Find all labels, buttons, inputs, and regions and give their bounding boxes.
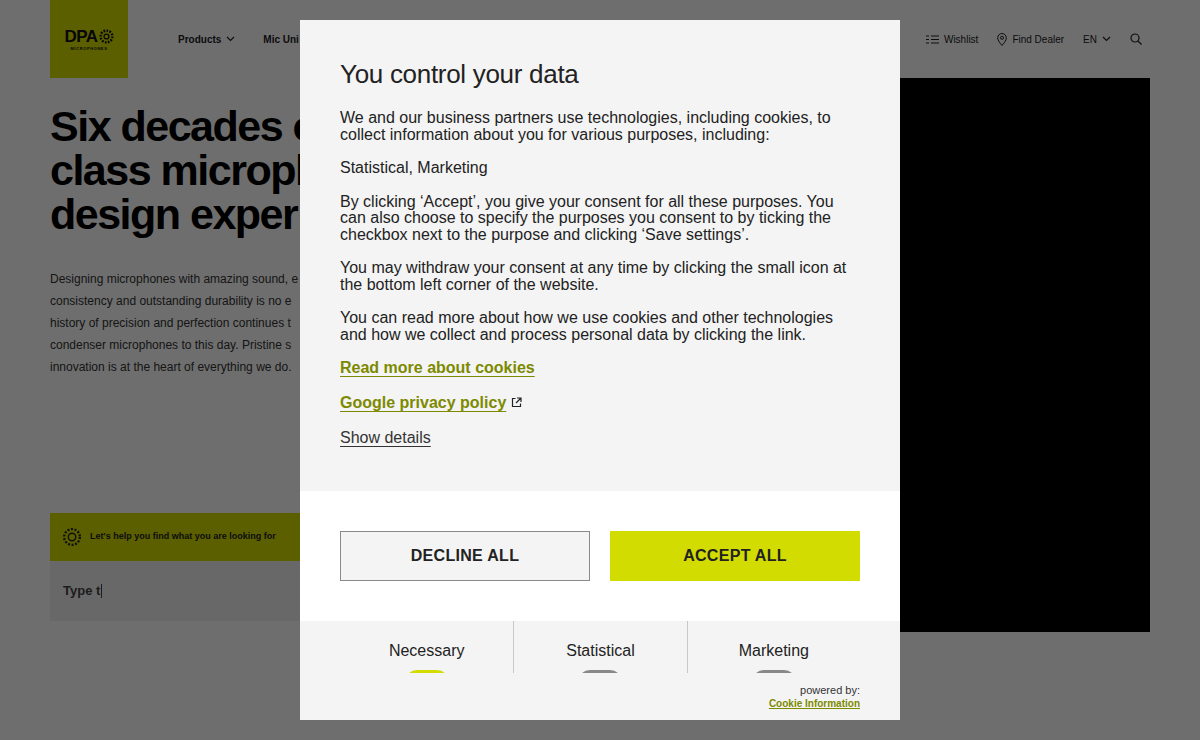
consent-paragraph: You can read more about how we use cooki… [340,310,860,343]
cookie-link[interactable]: Read more about cookies [340,359,535,376]
powered-by-label: powered by: [300,684,860,697]
external-link[interactable]: Google privacy policy [340,394,506,411]
category-tabs: Necessary Statistical Marketing [340,621,860,673]
powered-by: powered by:Cookie Information [300,684,900,710]
consent-dialog: You control your data We and our business… [300,20,900,720]
decline-all-button[interactable]: DECLINE ALL [340,531,590,581]
external-link-icon [511,397,522,408]
consent-title: You control your data [340,58,860,90]
category-label: Marketing [739,641,809,661]
provider-link[interactable]: Cookie Information [300,697,860,710]
show-details-link[interactable]: Show details [340,429,431,446]
category-toggle[interactable] [405,670,449,673]
accept-all-button[interactable]: ACCEPT ALL [610,531,860,581]
consent-intro: We and our business partners use technol… [340,110,860,143]
consent-paragraph: By clicking ‘Accept’, you give your cons… [340,194,860,244]
consent-actions: DECLINE ALL ACCEPT ALL [300,491,900,621]
category-toggle[interactable] [752,670,796,673]
category-label: Statistical [566,641,634,661]
category-label: Necessary [389,641,465,661]
consent-footer: Necessary Statistical Marketing powered by:… [300,621,900,720]
link-row: Read more about cookies [340,359,860,376]
category-toggle[interactable] [578,670,622,673]
consent-body: You control your data We and our business… [300,20,900,491]
link-row: Show details [340,429,860,446]
category-tab[interactable]: Marketing [687,621,860,673]
link-row: Google privacy policy [340,394,860,411]
category-tab[interactable]: Statistical [513,621,686,673]
consent-paragraph: You may withdraw your consent at any tim… [340,260,860,293]
consent-purposes: Statistical, Marketing [340,160,860,177]
category-tab[interactable]: Necessary [340,621,513,673]
